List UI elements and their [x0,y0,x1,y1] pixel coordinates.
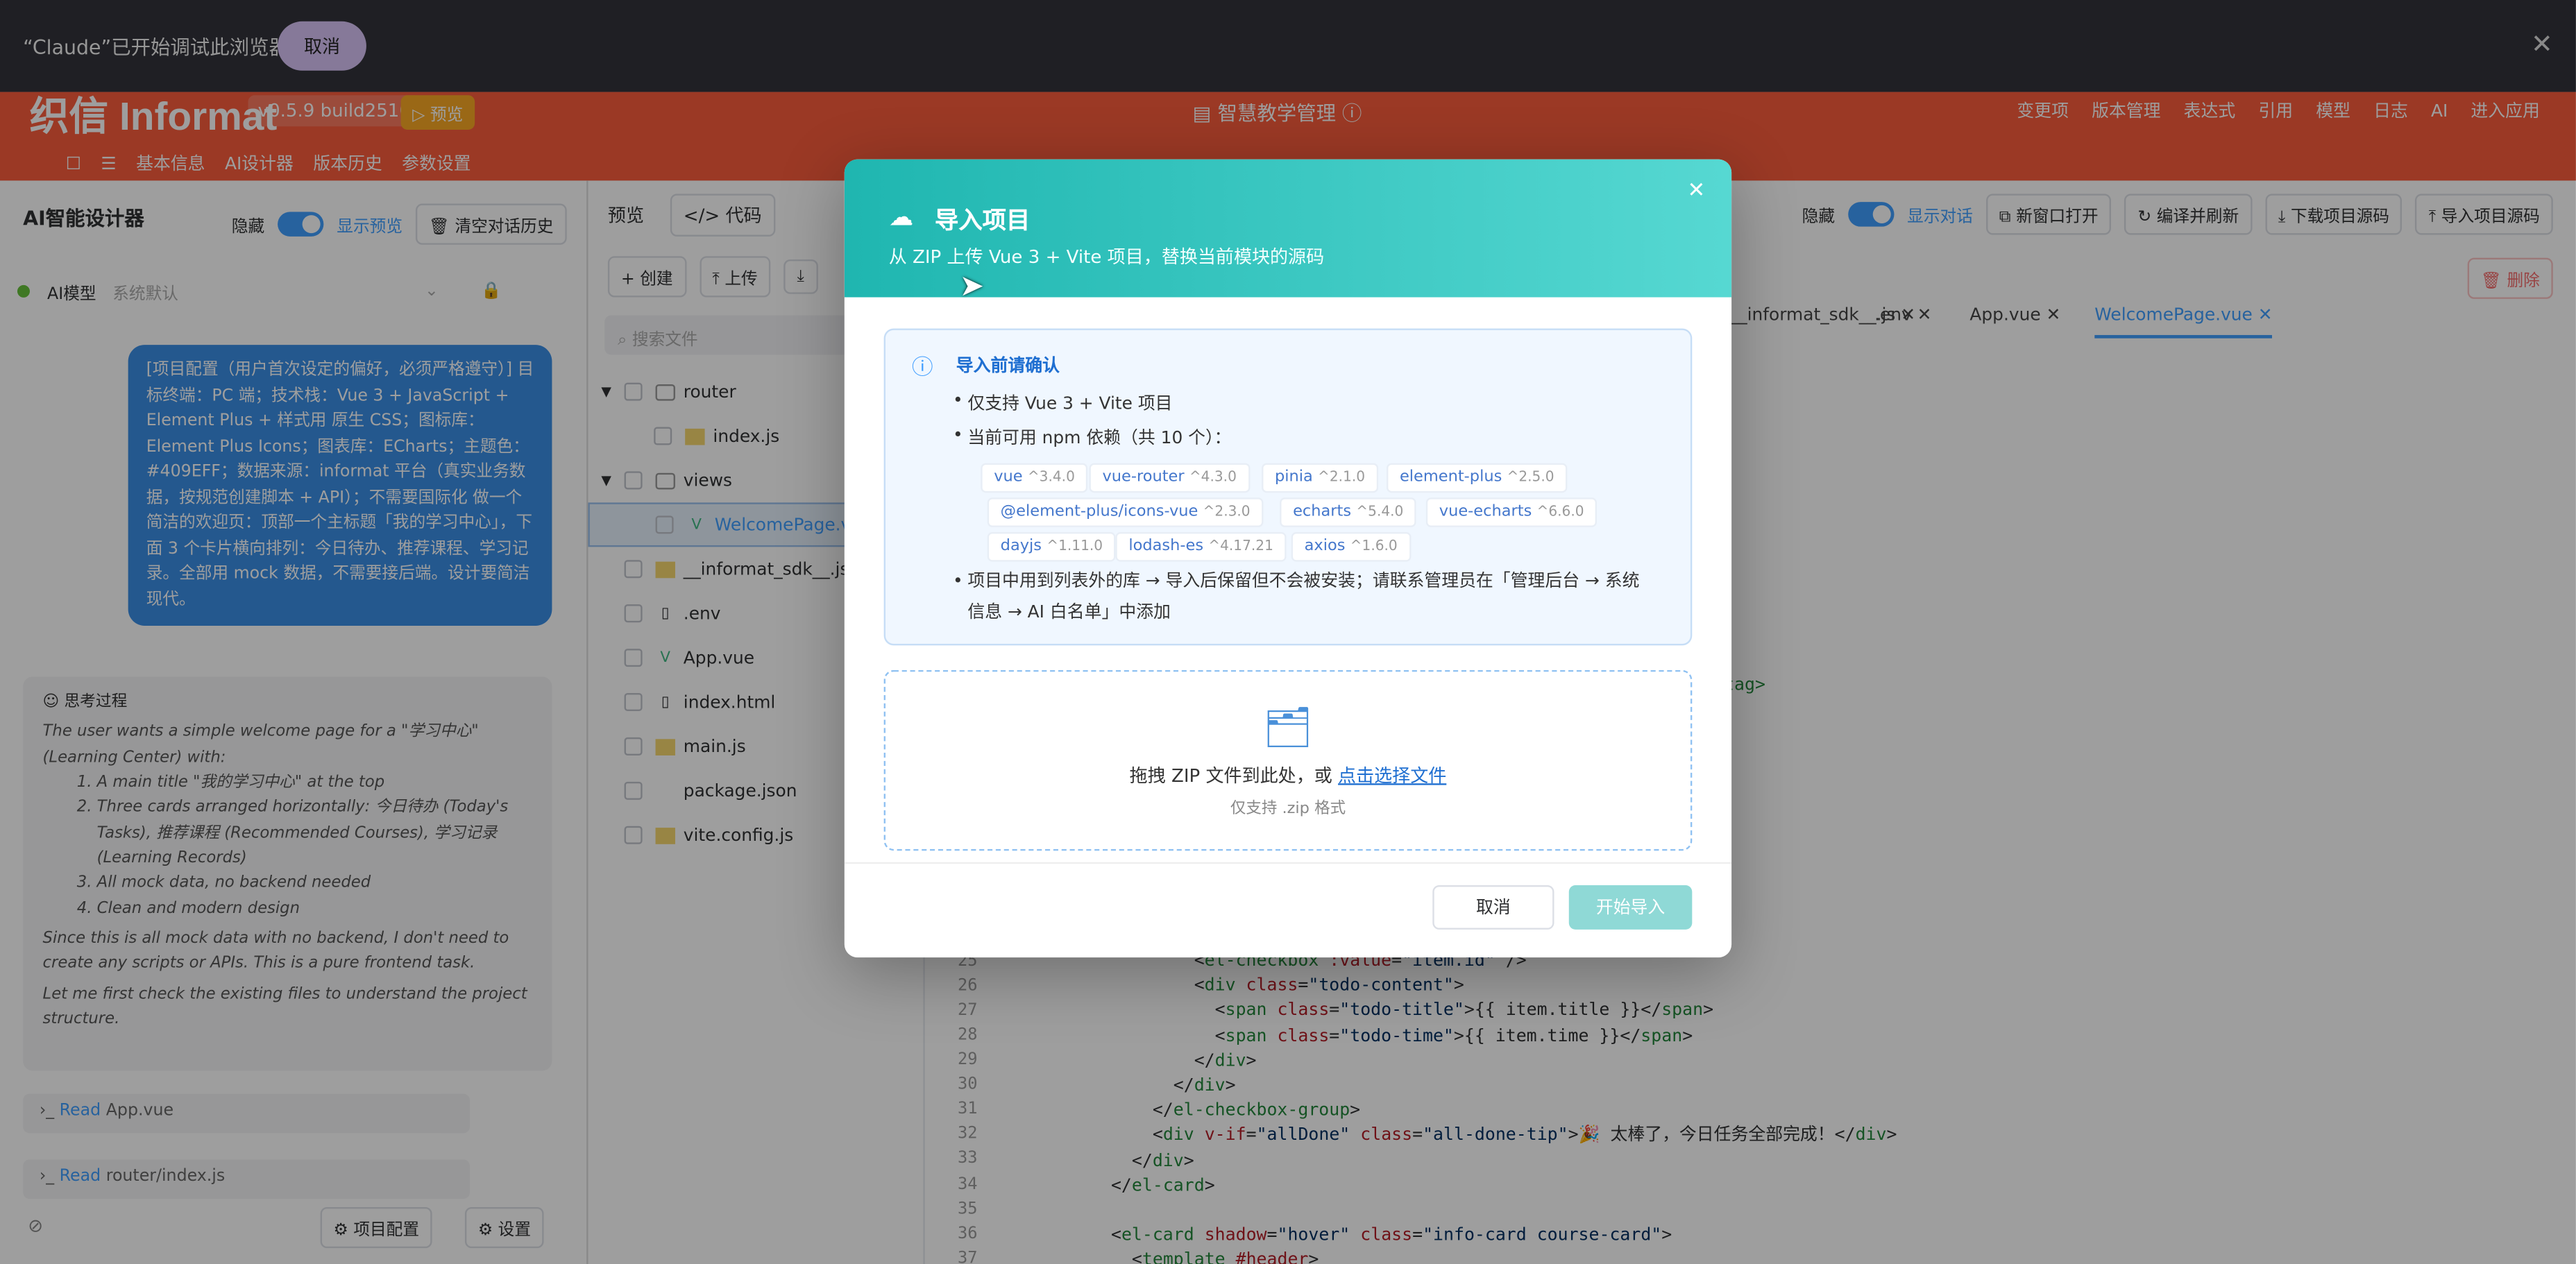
dependency-chip: lodash-es ^4.17.21 [1115,532,1287,562]
notice-box: ⓘ 导入前请确认 仅支持 Vue 3 + Vite 项目 当前可用 npm 依赖… [883,328,1693,646]
choose-file-link[interactable]: 点击选择文件 [1338,765,1446,787]
dependency-chip: pinia ^2.1.0 [1262,463,1379,493]
dependency-chip: element-plus ^2.5.0 [1387,463,1568,493]
info-icon: ⓘ [911,356,933,382]
mouse-cursor: ➤ [959,269,985,304]
dialog-footer-divider [844,862,1732,864]
close-icon[interactable]: ✕ [1687,179,1705,204]
dependency-chip: axios ^1.6.0 [1291,532,1411,562]
dependency-chip: dayjs ^1.11.0 [987,532,1117,562]
dependency-chip: vue ^3.4.0 [981,463,1088,493]
dialog-title: 导入项目 [934,208,1031,235]
cancel-button[interactable]: 取消 [1432,885,1554,930]
dependency-chip: vue-router ^4.3.0 [1089,463,1250,493]
notice-item: 仅支持 Vue 3 + Vite 项目 [953,391,1172,416]
dropzone-text: 拖拽 ZIP 文件到此处，或 点击选择文件 [1129,765,1447,787]
cloud-upload-icon: ☁ [888,202,914,232]
notice-item: 当前可用 npm 依赖（共 10 个）： [953,425,1231,450]
notice-title: 导入前请确认 [956,356,1060,377]
dependency-chip: @element-plus/icons-vue ^2.3.0 [987,497,1264,527]
start-import-button[interactable]: 开始导入 [1568,885,1693,930]
zip-dropzone[interactable]: 🗂 拖拽 ZIP 文件到此处，或 点击选择文件 仅支持 .zip 格式 [883,669,1693,851]
zip-file-icon: 🗂 [1262,704,1314,751]
dropzone-hint: 仅支持 .zip 格式 [1230,799,1346,818]
notice-item: 项目中用到列表外的库 → 导入后保留但不会被安装；请联系管理员在「管理后台 → … [953,567,1674,629]
dialog-subtitle: 从 ZIP 上传 Vue 3 + Vite 项目，替换当前模块的源码 [888,246,1325,268]
dependency-chip: vue-echarts ^6.6.0 [1425,497,1598,527]
dependency-chip: echarts ^5.4.0 [1280,497,1417,527]
